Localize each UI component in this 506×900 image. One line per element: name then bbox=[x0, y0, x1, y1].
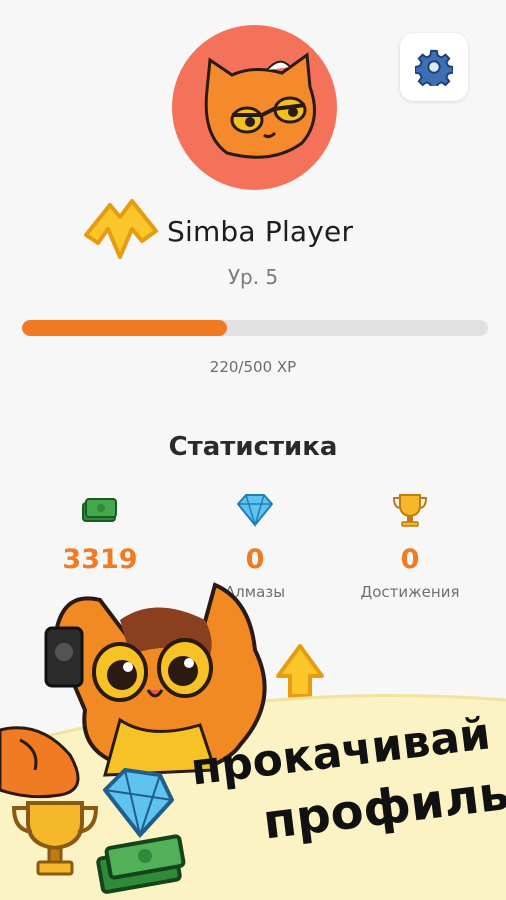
profile-name-row: Simba Player bbox=[0, 195, 506, 265]
xp-text: 220/500 XP bbox=[209, 358, 297, 376]
diamond-promo-icon bbox=[103, 768, 174, 839]
rank-arrow-icon bbox=[276, 644, 324, 698]
stat-cash: 3319 bbox=[15, 490, 185, 583]
stat-label: Алмазы bbox=[224, 583, 286, 601]
rank-chevron-icon bbox=[84, 199, 158, 259]
stat-label: Достижения bbox=[360, 583, 460, 601]
cash-promo-icon bbox=[96, 834, 186, 894]
stat-achievements: 0 Достижения bbox=[325, 490, 495, 601]
diamond-icon bbox=[237, 494, 273, 527]
xp-progress-fill bbox=[22, 320, 228, 336]
gear-icon bbox=[415, 49, 453, 86]
trophy-promo-icon bbox=[11, 801, 99, 876]
cat-avatar-icon bbox=[204, 52, 316, 159]
tail-icon bbox=[0, 726, 80, 799]
player-name: Simba Player bbox=[167, 215, 354, 248]
stat-value: 0 bbox=[400, 544, 420, 575]
player-level: Ур. 5 bbox=[227, 265, 279, 289]
xp-progress-bar bbox=[22, 320, 488, 336]
stat-value: 0 bbox=[245, 544, 265, 575]
stat-diamonds: 0 Алмазы bbox=[170, 490, 340, 601]
settings-button[interactable] bbox=[400, 33, 468, 101]
trophy-icon bbox=[392, 494, 428, 527]
stats-title: Статистика bbox=[168, 432, 338, 462]
stat-value: 3319 bbox=[62, 544, 138, 575]
avatar[interactable] bbox=[172, 25, 337, 190]
cash-icon bbox=[82, 498, 117, 522]
